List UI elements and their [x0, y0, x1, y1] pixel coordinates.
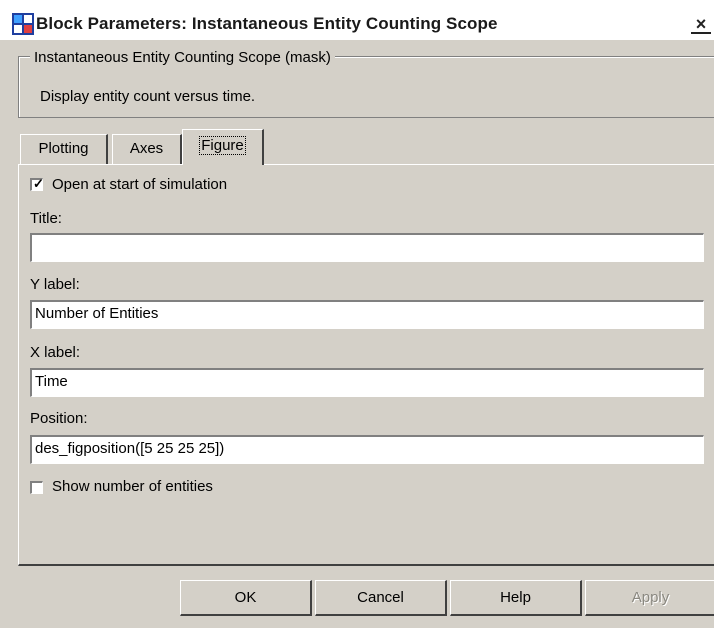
- help-button[interactable]: Help: [450, 580, 582, 616]
- position-field-label: Position:: [30, 410, 88, 427]
- simulink-block-icon: [12, 13, 34, 35]
- close-icon[interactable]: ×: [691, 14, 711, 34]
- ylabel-field-label: Y label:: [30, 276, 80, 293]
- apply-button[interactable]: Apply: [585, 580, 714, 616]
- show-count-checkbox[interactable]: [30, 481, 43, 494]
- ylabel-field[interactable]: Number of Entities: [30, 300, 704, 329]
- title-field-label: Title:: [30, 210, 62, 227]
- window-title: Block Parameters: Instantaneous Entity C…: [36, 14, 498, 33]
- cancel-button[interactable]: Cancel: [315, 580, 447, 616]
- tab-axes[interactable]: Axes: [112, 134, 182, 164]
- block-parameters-dialog: Block Parameters: Instantaneous Entity C…: [0, 0, 714, 628]
- figure-tab-panel: [18, 164, 714, 566]
- tab-plotting-label: Plotting: [38, 140, 89, 157]
- mask-group-title: Instantaneous Entity Counting Scope (mas…: [30, 49, 335, 66]
- open-at-start-label: Open at start of simulation: [52, 176, 228, 193]
- mask-description: Display entity count versus time.: [40, 88, 256, 105]
- tab-axes-label: Axes: [129, 140, 164, 157]
- show-count-label: Show number of entities: [52, 478, 213, 495]
- open-at-start-checkbox[interactable]: ✓: [30, 176, 44, 191]
- position-field[interactable]: des_figposition([5 25 25 25]): [30, 435, 704, 464]
- ok-button[interactable]: OK: [180, 580, 312, 616]
- tab-plotting[interactable]: Plotting: [20, 134, 108, 164]
- xlabel-field[interactable]: Time: [30, 368, 704, 397]
- title-bar: Block Parameters: Instantaneous Entity C…: [0, 0, 714, 40]
- tab-figure[interactable]: Figure: [182, 129, 264, 165]
- xlabel-field-label: X label:: [30, 344, 81, 361]
- checkmark-icon: ✓: [33, 176, 44, 191]
- title-field[interactable]: [30, 233, 704, 262]
- tab-figure-label: Figure: [199, 136, 246, 155]
